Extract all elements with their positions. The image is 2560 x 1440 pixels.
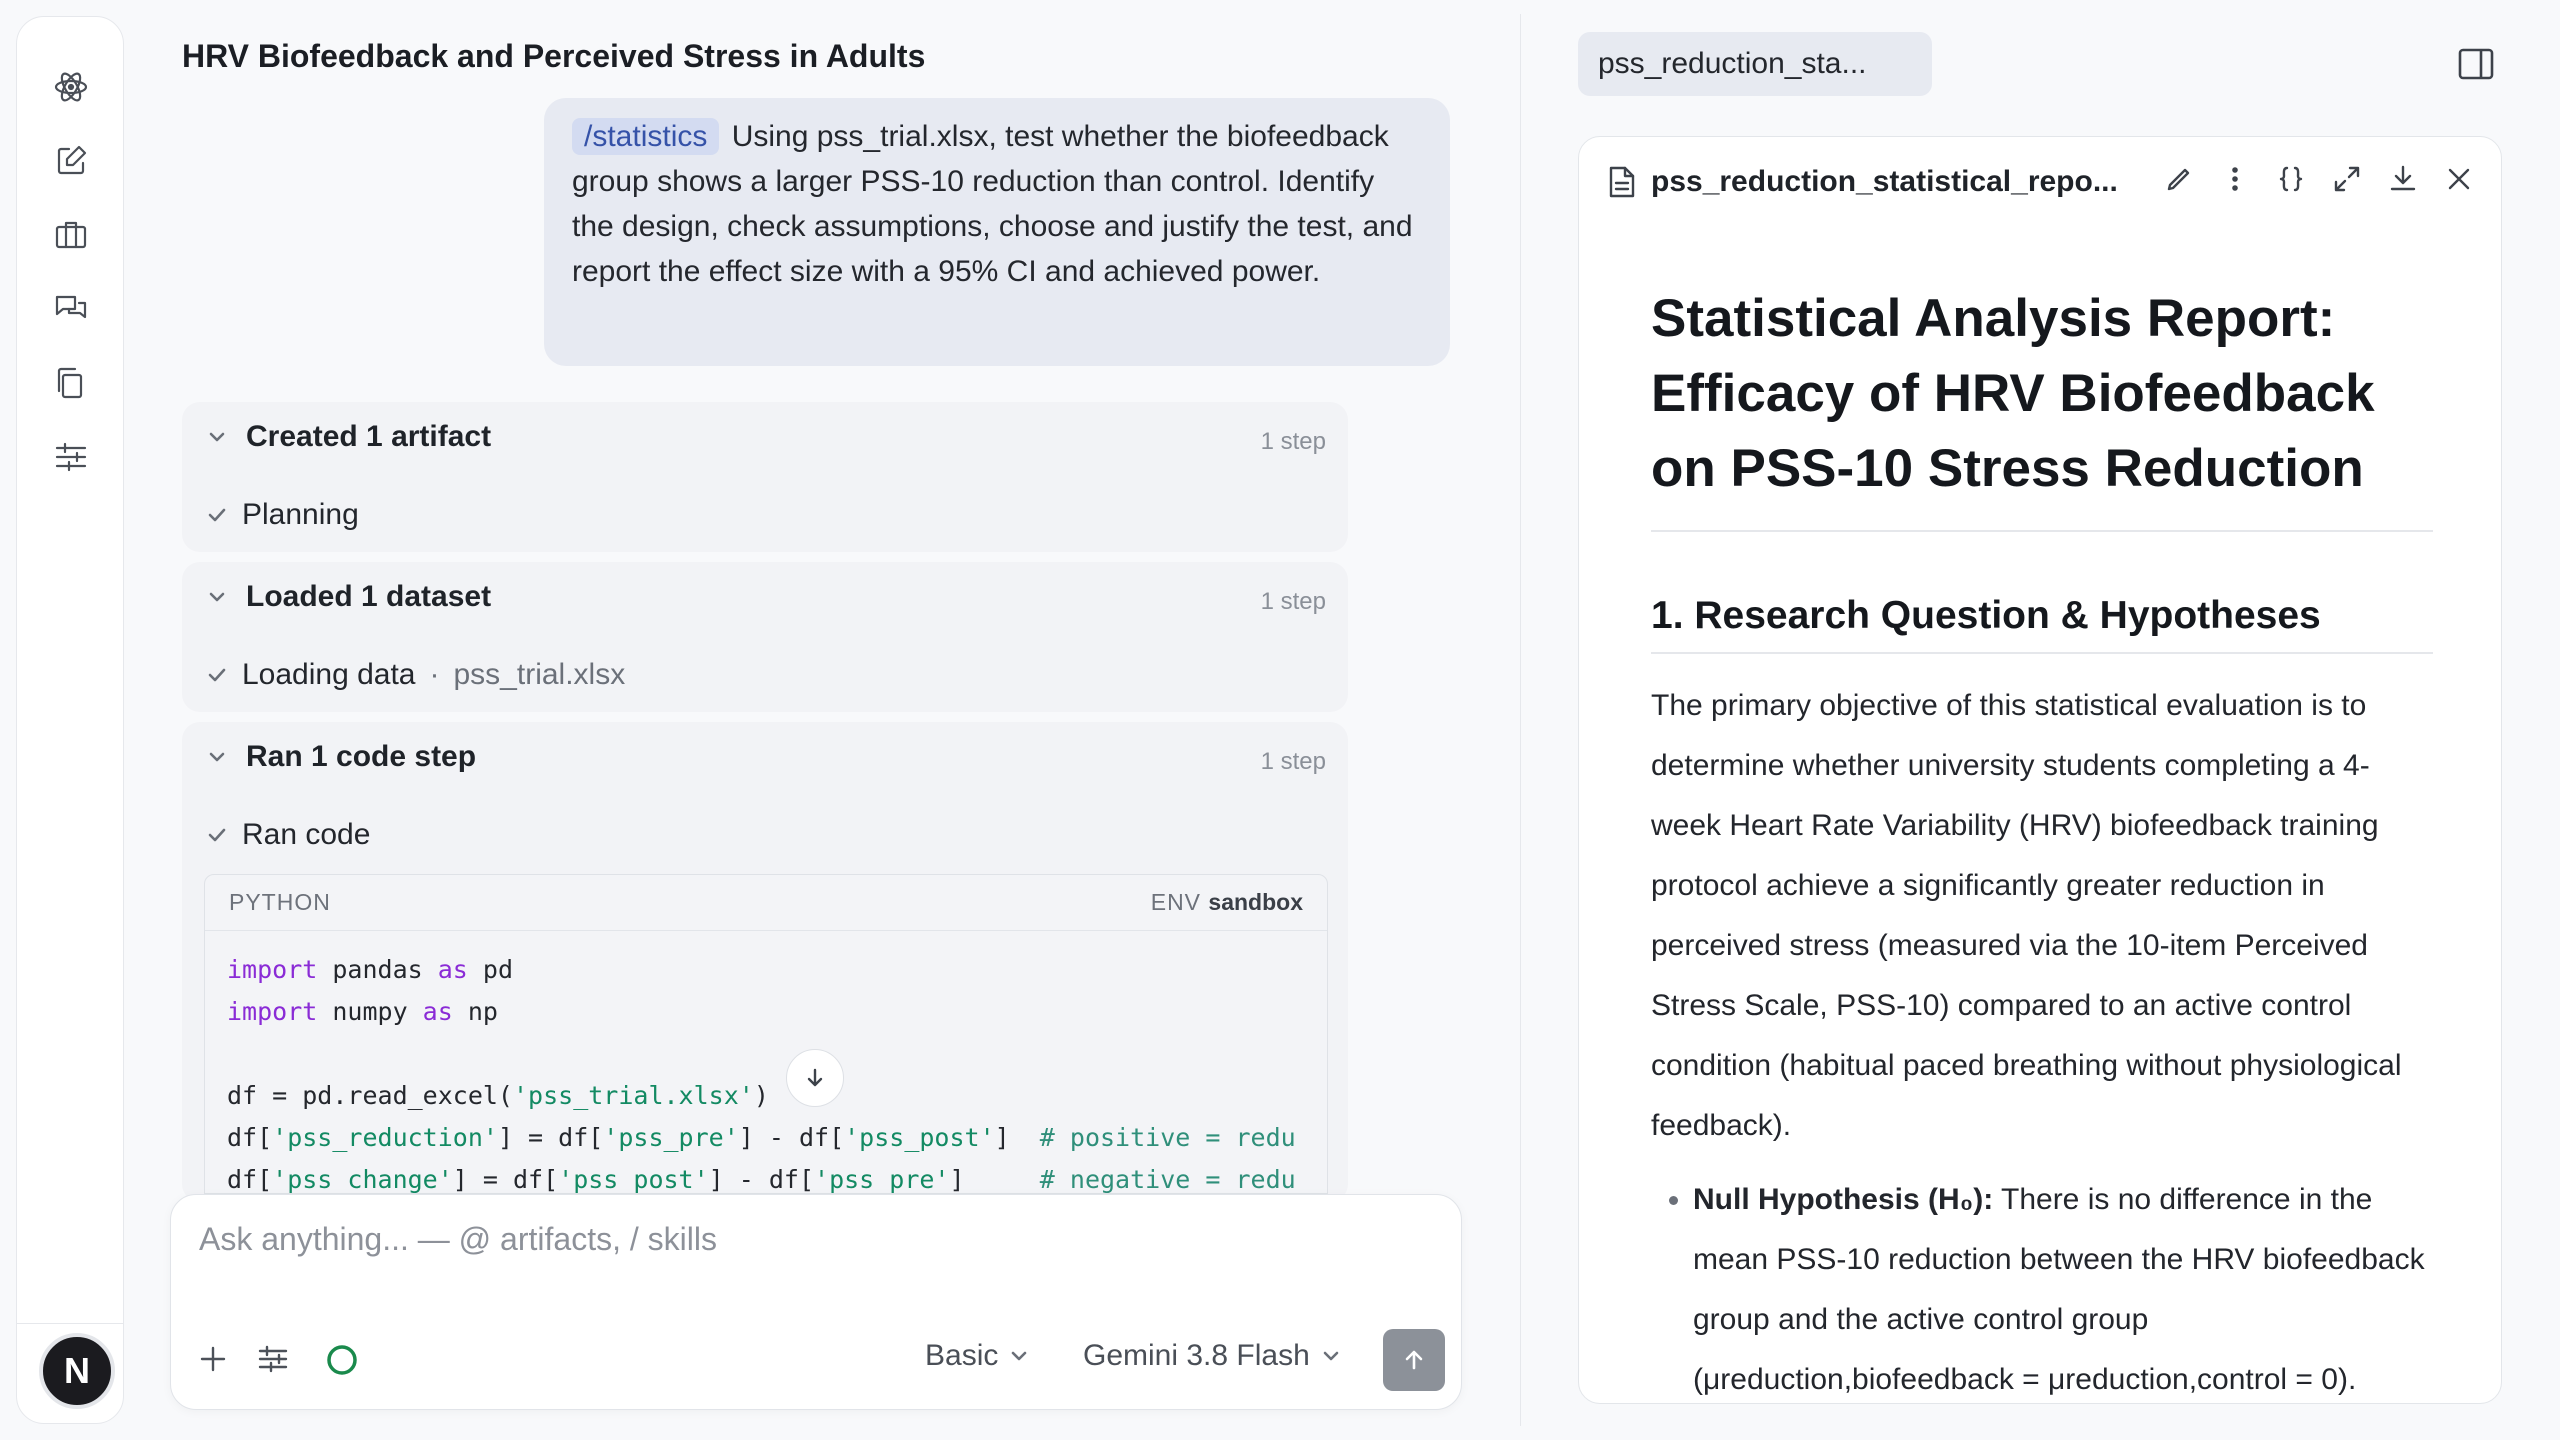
step-title: Created 1 artifact — [246, 420, 492, 453]
copy-icon[interactable] — [49, 361, 93, 405]
page-title: HRV Biofeedback and Perceived Stress in … — [182, 38, 926, 74]
expand-button[interactable] — [2329, 161, 2365, 197]
user-message: /statistics Using pss_trial.xlsx, test w… — [544, 98, 1450, 366]
model-select[interactable]: Gemini 3.8 Flash — [1083, 1339, 1342, 1373]
artifact-actions — [2161, 161, 2477, 197]
section-paragraph: The primary objective of this statistica… — [1651, 689, 2402, 1142]
circle-icon — [327, 1345, 357, 1375]
scroll-down-button[interactable] — [786, 1049, 844, 1107]
chevron-down-icon — [209, 592, 225, 602]
sliders-icon — [258, 1345, 288, 1373]
pencil-icon — [2167, 168, 2190, 191]
compose-icon[interactable] — [49, 139, 93, 183]
mode-label: Basic — [925, 1339, 999, 1372]
toggle-panel-button[interactable] — [2454, 42, 2498, 86]
avatar[interactable]: N — [39, 1333, 115, 1409]
artifact-tab[interactable]: pss_reduction_sta... — [1578, 32, 1932, 96]
braces-icon — [2279, 166, 2303, 192]
download-button[interactable] — [2385, 161, 2421, 197]
status-ring-icon[interactable] — [325, 1343, 359, 1377]
mode-select[interactable]: Basic — [925, 1339, 1030, 1373]
avatar-letter: N — [64, 1350, 90, 1391]
step-count: 1 step — [1260, 748, 1326, 775]
download-icon — [2390, 165, 2416, 191]
step-loaded-dataset[interactable]: Loaded 1 dataset 1 step Loading data · p… — [182, 562, 1348, 712]
env-key: ENV — [1150, 889, 1202, 915]
plus-icon — [200, 1346, 226, 1372]
step-created-artifact[interactable]: Created 1 artifact 1 step Planning — [182, 402, 1348, 552]
add-button[interactable] — [195, 1341, 231, 1377]
close-button[interactable] — [2441, 161, 2477, 197]
document-icon — [1609, 166, 1635, 198]
hypothesis-item: Null Hypothesis (H₀): There is no differ… — [1693, 1170, 2433, 1403]
model-label: Gemini 3.8 Flash — [1083, 1339, 1310, 1372]
env-value: sandbox — [1208, 889, 1303, 915]
atom-icon[interactable] — [49, 65, 93, 109]
edit-button[interactable] — [2161, 161, 2197, 197]
source-button[interactable] — [2273, 161, 2309, 197]
code-language: PYTHON — [229, 889, 331, 915]
check-icon — [208, 668, 226, 682]
chevron-down-icon — [1323, 1351, 1339, 1361]
chevron-down-icon — [209, 432, 225, 442]
arrow-down-icon — [807, 1068, 823, 1087]
chat-input[interactable] — [199, 1221, 1429, 1258]
tools-button[interactable] — [255, 1341, 291, 1377]
chat-icon[interactable] — [49, 287, 93, 331]
step-header[interactable]: Loaded 1 dataset — [206, 580, 491, 614]
check-icon — [208, 828, 226, 842]
code-block: PYTHON ENV sandbox import pandas as pd i… — [204, 874, 1328, 1194]
chevron-down-icon — [209, 752, 225, 762]
step-item-label: Ran code — [242, 818, 371, 851]
step-header[interactable]: Created 1 artifact — [206, 420, 491, 454]
briefcase-icon[interactable] — [49, 213, 93, 257]
expand-icon — [2334, 166, 2360, 192]
step-item: Ran code — [206, 818, 370, 852]
step-item-label: Planning — [242, 498, 359, 531]
section-heading: 1. Research Question & Hypotheses — [1651, 594, 2433, 654]
sliders-icon[interactable] — [49, 435, 93, 479]
step-title: Loaded 1 dataset — [246, 580, 492, 613]
composer: Basic Gemini 3.8 Flash — [170, 1194, 1462, 1410]
pane-divider[interactable] — [1520, 14, 1521, 1426]
step-header[interactable]: Ran 1 code step — [206, 740, 476, 774]
separator-dot: · — [429, 658, 440, 691]
arrow-up-icon — [1405, 1350, 1423, 1370]
report-document: Statistical Analysis Report: Efficacy of… — [1651, 281, 2433, 1403]
code-header: PYTHON ENV sandbox — [205, 875, 1327, 931]
env-label: ENV sandbox — [1151, 889, 1303, 916]
send-button[interactable] — [1383, 1329, 1445, 1391]
rail-divider — [17, 1323, 123, 1324]
artifact-tab-label: pss_reduction_sta... — [1598, 47, 1867, 80]
hypothesis-label: Null Hypothesis (H₀): — [1693, 1183, 1994, 1216]
step-item: Planning — [206, 498, 359, 532]
close-icon — [2448, 168, 2470, 190]
check-icon — [208, 508, 226, 522]
step-count: 1 step — [1260, 428, 1326, 455]
chevron-down-icon — [1012, 1351, 1027, 1361]
more-vertical-icon — [2232, 167, 2238, 191]
step-item: Loading data · pss_trial.xlsx — [206, 658, 625, 692]
step-item-label: Loading data — [242, 658, 416, 691]
skill-chip[interactable]: /statistics — [572, 118, 720, 155]
hypothesis-list: Null Hypothesis (H₀): There is no differ… — [1651, 1170, 2433, 1403]
artifact-panel: pss_reduction_statistical_repo... Statis… — [1578, 136, 2502, 1404]
artifact-filename: pss_reduction_statistical_repo... — [1651, 165, 2118, 198]
more-button[interactable] — [2217, 161, 2253, 197]
step-title: Ran 1 code step — [246, 740, 477, 773]
sidebar-rail: N — [16, 16, 124, 1424]
sidebar-toggle-icon — [2458, 48, 2494, 80]
step-count: 1 step — [1260, 588, 1326, 615]
dataset-name[interactable]: pss_trial.xlsx — [454, 658, 626, 692]
artifact-header: pss_reduction_statistical_repo... — [1579, 137, 2501, 227]
code-content: import pandas as pd import numpy as np d… — [227, 955, 1296, 1194]
report-title: Statistical Analysis Report: Efficacy of… — [1651, 281, 2433, 532]
